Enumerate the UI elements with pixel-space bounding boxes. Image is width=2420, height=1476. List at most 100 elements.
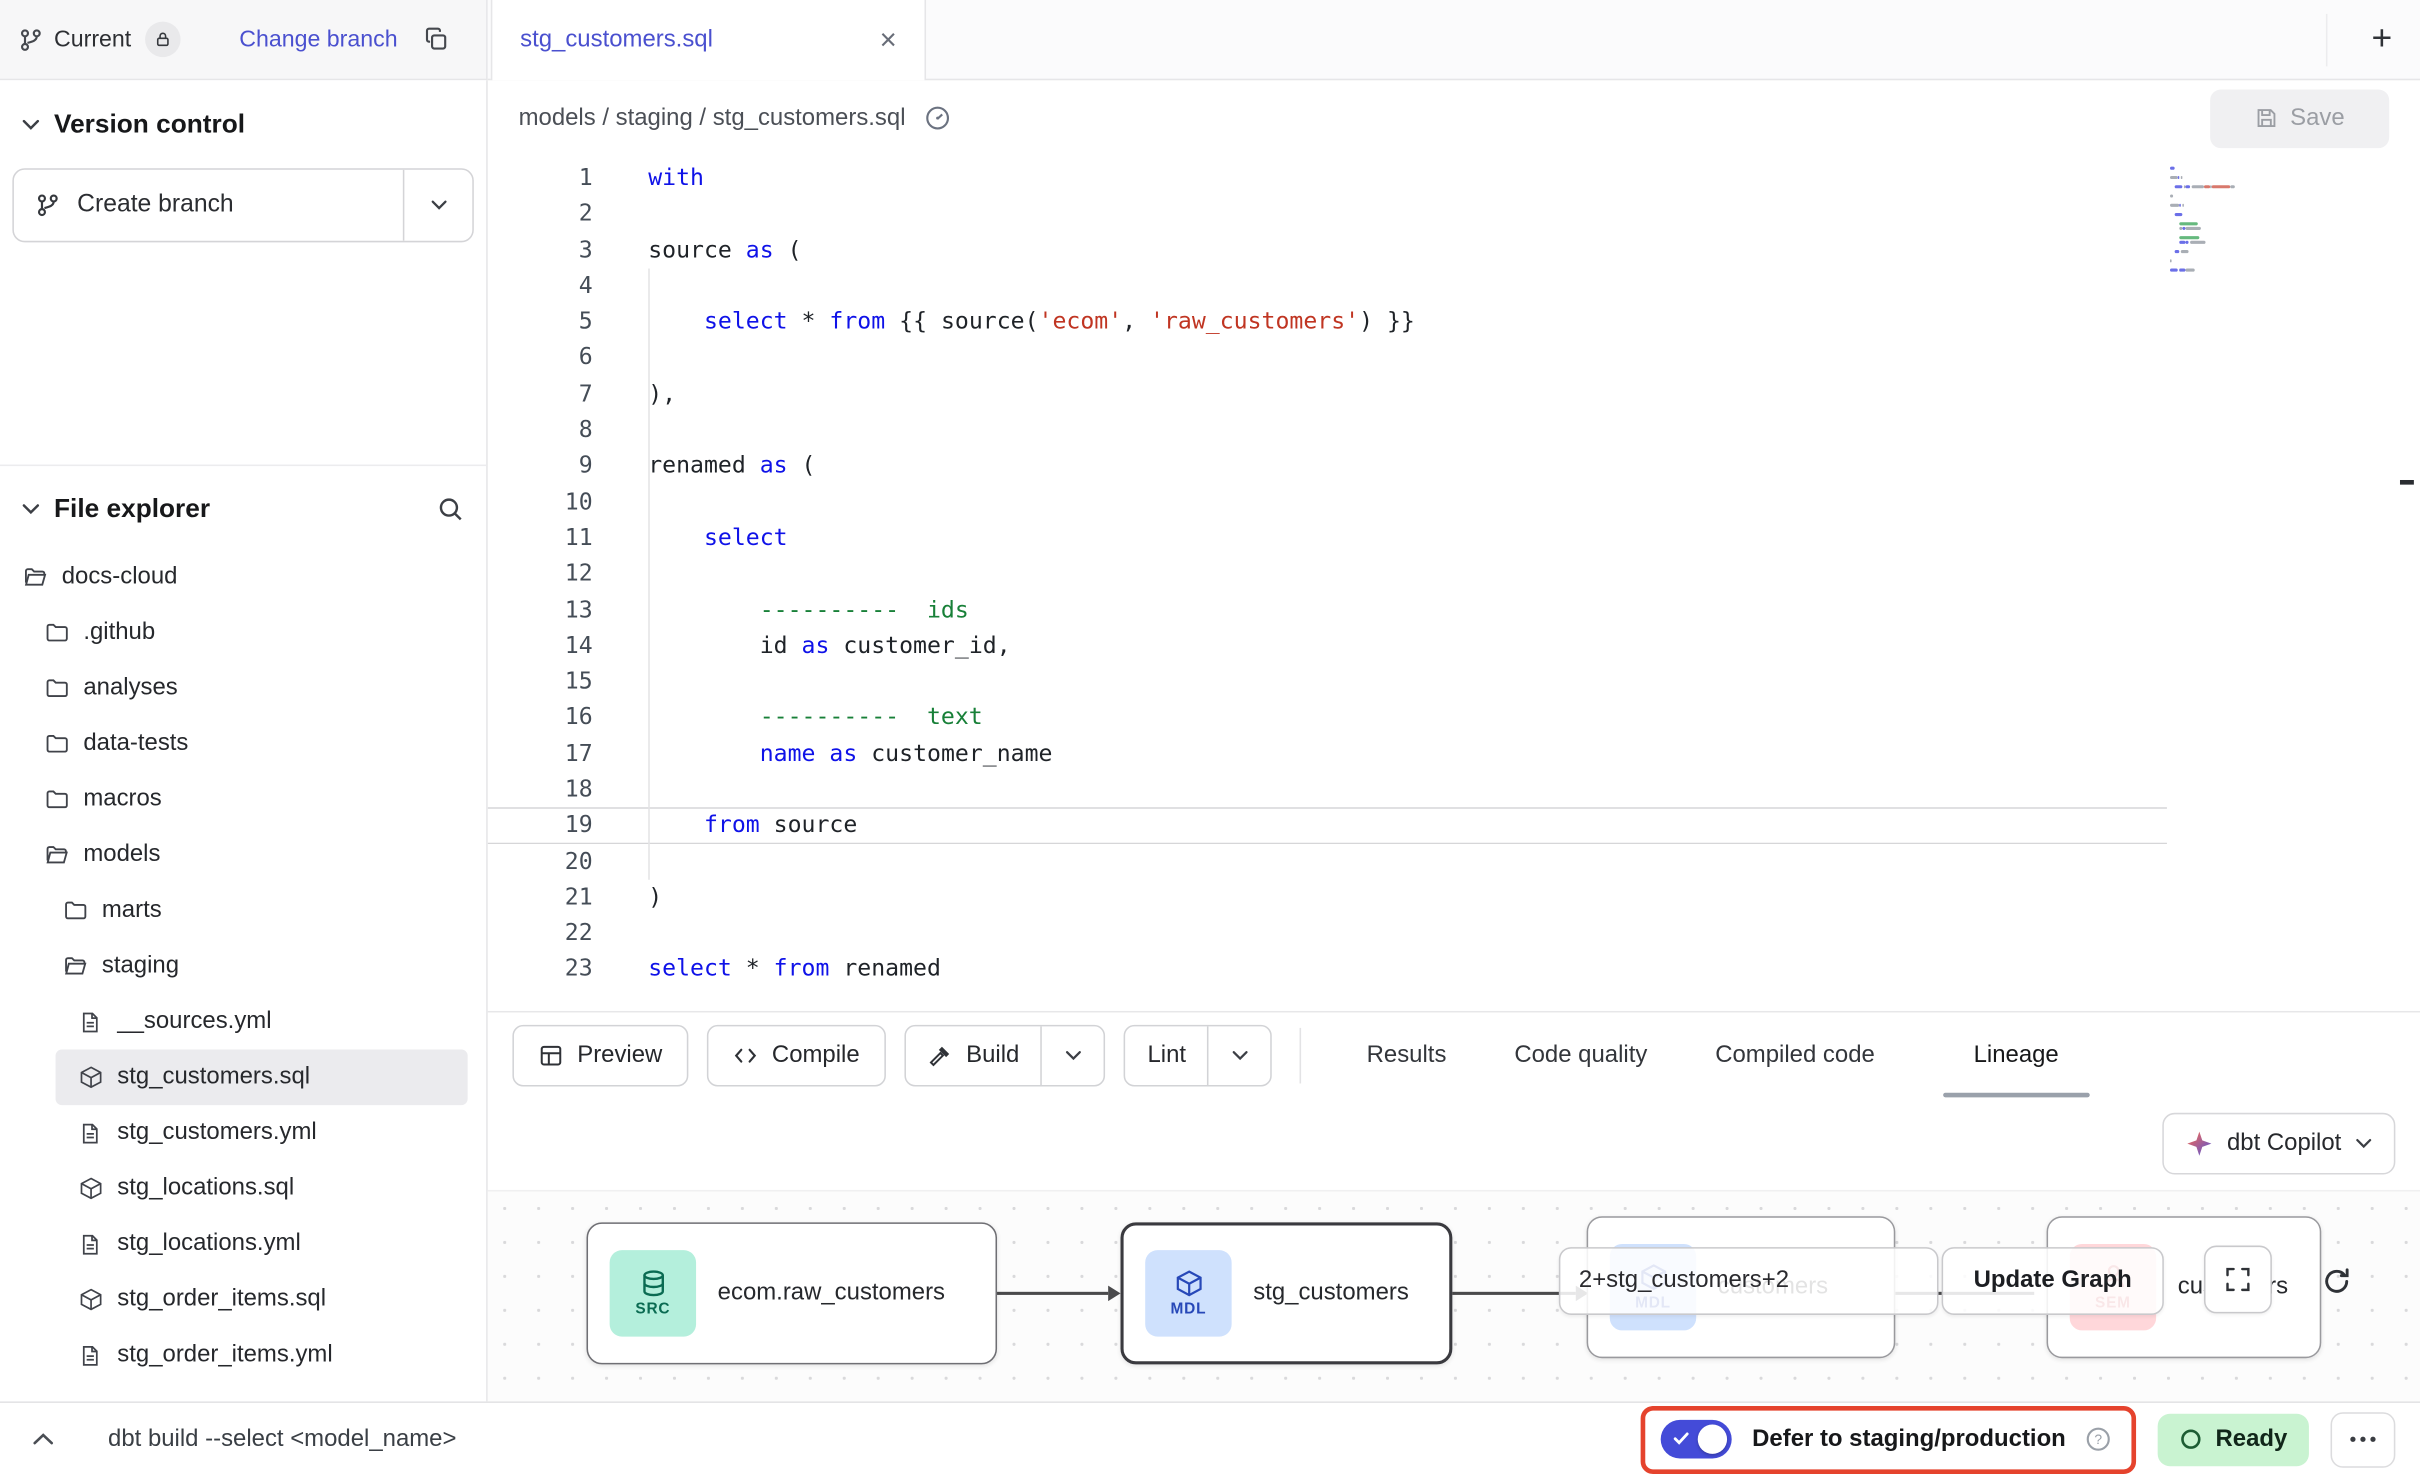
- code-line-13[interactable]: 13 ---------- ids: [488, 592, 2420, 628]
- minimap-line: [2170, 264, 2300, 267]
- code-line-16[interactable]: 16 ---------- text: [488, 700, 2420, 736]
- code-line-22[interactable]: 22: [488, 916, 2420, 952]
- results-tab-lineage[interactable]: Lineage: [1943, 1013, 2090, 1098]
- tree-item-label: stg_order_items.sql: [117, 1286, 326, 1314]
- results-tab-results[interactable]: Results: [1367, 1013, 1447, 1098]
- update-graph-button[interactable]: Update Graph: [1942, 1247, 2164, 1315]
- line-number: 4: [488, 268, 624, 304]
- tree-item--github[interactable]: .github: [0, 605, 486, 661]
- tree-item-label: analyses: [83, 674, 177, 702]
- help-icon[interactable]: ?: [2086, 1426, 2112, 1452]
- chevron-up-icon[interactable]: [25, 1432, 62, 1446]
- code-line-23[interactable]: 23select * from renamed: [488, 951, 2420, 987]
- chevron-down-icon: [22, 119, 41, 131]
- code-line-7[interactable]: 7),: [488, 376, 2420, 412]
- code-line-17[interactable]: 17 name as customer_name: [488, 736, 2420, 772]
- ellipsis-icon: [2349, 1435, 2377, 1443]
- search-icon[interactable]: [437, 495, 465, 523]
- minimap-line: [2170, 227, 2300, 230]
- line-number: 8: [488, 412, 624, 448]
- tree-item--sources-yml[interactable]: __sources.yml: [0, 994, 486, 1050]
- lineage-edge-arrow: [1108, 1286, 1120, 1301]
- tree-item-stg-order-items-yml[interactable]: stg_order_items.yml: [0, 1327, 486, 1383]
- line-number: 14: [488, 628, 624, 664]
- line-number: 7: [488, 376, 624, 412]
- code-line-10[interactable]: 10: [488, 484, 2420, 520]
- lineage-canvas[interactable]: MDL customers SEM customers SRC ecom.raw…: [488, 1190, 2420, 1401]
- code-line-15[interactable]: 15: [488, 664, 2420, 700]
- tree-item-docs-cloud[interactable]: docs-cloud: [0, 549, 486, 605]
- tree-item-data-tests[interactable]: data-tests: [0, 716, 486, 772]
- code-line-19[interactable]: 19 from source: [488, 808, 2167, 844]
- tree-item-stg-customers-yml[interactable]: stg_customers.yml: [0, 1105, 486, 1161]
- code-line-2[interactable]: 2: [488, 196, 2420, 232]
- code-line-5[interactable]: 5 select * from {{ source('ecom', 'raw_c…: [488, 304, 2420, 340]
- tree-item-macros[interactable]: macros: [0, 772, 486, 828]
- code-line-11[interactable]: 11 select: [488, 520, 2420, 556]
- code-editor[interactable]: 1with23source as (45 select * from {{ so…: [488, 157, 2420, 1011]
- code-line-21[interactable]: 21): [488, 880, 2420, 916]
- top-bar: Current Change branch stg_customers.sql …: [0, 0, 2420, 80]
- status-badge[interactable]: Ready: [2158, 1413, 2309, 1465]
- code-line-20[interactable]: 20: [488, 844, 2420, 880]
- defer-toggle[interactable]: [1661, 1420, 1732, 1459]
- code-line-9[interactable]: 9renamed as (: [488, 448, 2420, 484]
- tree-item-stg-customers-sql[interactable]: stg_customers.sql: [56, 1050, 468, 1106]
- defer-label: Defer to staging/production: [1752, 1425, 2066, 1453]
- version-control-title: Version control: [54, 110, 245, 141]
- src-badge: SRC: [610, 1250, 696, 1336]
- create-branch-button[interactable]: Create branch: [14, 170, 403, 241]
- close-tab-icon[interactable]: ×: [880, 25, 897, 54]
- toggle-knob: [1698, 1425, 1727, 1454]
- file-explorer-header[interactable]: File explorer: [0, 466, 486, 540]
- code-line-4[interactable]: 4: [488, 268, 2420, 304]
- tab-stg-customers-sql[interactable]: stg_customers.sql ×: [491, 0, 926, 80]
- cli-command[interactable]: dbt build --select <model_name>: [108, 1425, 456, 1453]
- lineage-node-stg-customers[interactable]: MDL stg_customers: [1121, 1223, 1453, 1365]
- tab-title: stg_customers.sql: [520, 26, 713, 54]
- version-control-header[interactable]: Version control: [0, 80, 486, 153]
- code-line-6[interactable]: 6: [488, 340, 2420, 376]
- minimap-line: [2170, 231, 2300, 234]
- compile-button[interactable]: Compile: [707, 1024, 886, 1086]
- tree-item-analyses[interactable]: analyses: [0, 661, 486, 717]
- code-line-14[interactable]: 14 id as customer_id,: [488, 628, 2420, 664]
- code-line-3[interactable]: 3source as (: [488, 232, 2420, 268]
- line-number: 19: [488, 808, 624, 844]
- results-tab-compiled-code[interactable]: Compiled code: [1715, 1013, 1875, 1098]
- build-button[interactable]: Build: [906, 1026, 1041, 1085]
- tree-item-label: stg_customers.sql: [117, 1063, 310, 1091]
- new-tab-button[interactable]: +: [2372, 20, 2393, 55]
- code-line-18[interactable]: 18: [488, 772, 2420, 808]
- tree-item-stg-locations-yml[interactable]: stg_locations.yml: [0, 1216, 486, 1272]
- code-line-1[interactable]: 1with: [488, 160, 2420, 196]
- change-branch-link[interactable]: Change branch: [239, 26, 397, 52]
- gauge-icon[interactable]: [924, 106, 950, 132]
- lineage-selector-input[interactable]: [1559, 1247, 1939, 1315]
- minimap[interactable]: [2170, 167, 2300, 273]
- refresh-button[interactable]: [2306, 1255, 2368, 1307]
- tree-item-stg-locations-sql[interactable]: stg_locations.sql: [0, 1161, 486, 1217]
- code-line-8[interactable]: 8: [488, 412, 2420, 448]
- build-dropdown[interactable]: [1041, 1026, 1104, 1085]
- code-text: ---------- text: [648, 700, 983, 736]
- tree-item-models[interactable]: models: [0, 827, 486, 883]
- tree-item-staging[interactable]: staging: [0, 938, 486, 994]
- fullscreen-button[interactable]: [2204, 1246, 2272, 1314]
- preview-button[interactable]: Preview: [512, 1024, 688, 1086]
- line-number: 22: [488, 916, 624, 952]
- lineage-node-ecom-raw-customers[interactable]: SRC ecom.raw_customers: [586, 1223, 997, 1365]
- lint-dropdown[interactable]: [1208, 1026, 1271, 1085]
- results-tab-code-quality[interactable]: Code quality: [1514, 1013, 1647, 1098]
- line-number: 12: [488, 556, 624, 592]
- lint-button[interactable]: Lint: [1126, 1026, 1208, 1085]
- code-line-12[interactable]: 12: [488, 556, 2420, 592]
- create-branch-dropdown[interactable]: [403, 170, 472, 241]
- sidebar: Version control Create branch: [0, 80, 488, 1401]
- tree-item-stg-order-items-sql[interactable]: stg_order_items.sql: [0, 1272, 486, 1328]
- copy-icon[interactable]: [422, 26, 448, 52]
- more-options-button[interactable]: [2331, 1411, 2396, 1467]
- save-button[interactable]: Save: [2210, 89, 2389, 148]
- dbt-copilot-button[interactable]: dbt Copilot: [2162, 1113, 2395, 1175]
- tree-item-marts[interactable]: marts: [0, 883, 486, 939]
